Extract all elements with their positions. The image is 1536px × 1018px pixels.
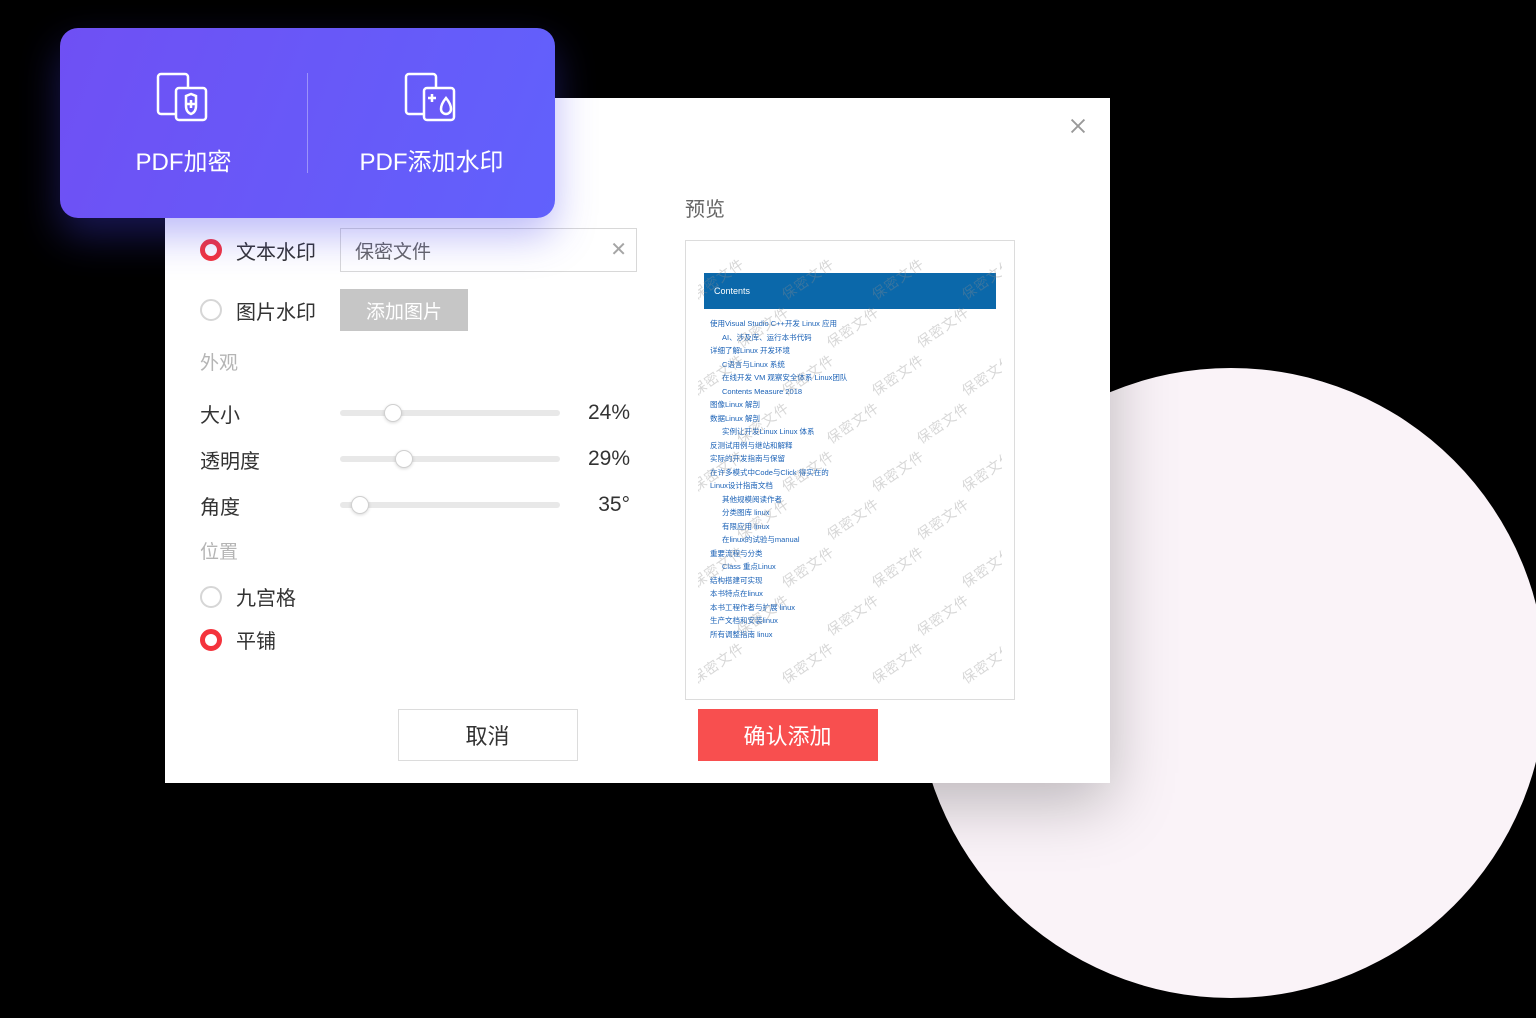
angle-value: 35° — [560, 493, 630, 517]
watermark-text: 保密文件 — [913, 253, 974, 256]
preview-doc-line: 在linux的试验与manual — [710, 533, 990, 547]
watermark-text: 保密文件 — [698, 638, 748, 687]
preview-doc-line: 实例让开发Linux Linux 体系 — [710, 425, 990, 439]
tile-position-radio[interactable] — [200, 629, 222, 651]
preview-document: Contents 使用Visual Studio C++开发 Linux 应用A… — [698, 253, 1002, 687]
preview-doc-line: 重要流程与分类 — [710, 547, 990, 561]
preview-doc-body: 使用Visual Studio C++开发 Linux 应用AI、涉及库、运行本… — [710, 317, 990, 641]
preview-doc-line: 在线开发 VM 观察安全体系 Linux团队 — [710, 371, 990, 385]
position-section-title: 位置 — [200, 537, 630, 564]
preview-doc-line: 有限应用 linux — [710, 520, 990, 534]
size-slider-row: 大小 24% — [200, 393, 630, 433]
angle-slider[interactable] — [340, 502, 560, 508]
watermark-icon — [400, 70, 464, 124]
encrypt-icon — [152, 70, 216, 124]
opacity-label: 透明度 — [200, 445, 340, 474]
watermark-text: 保密文件 — [823, 686, 884, 687]
size-slider[interactable] — [340, 410, 560, 416]
watermark-text: 保密文件 — [698, 398, 703, 449]
image-watermark-label: 图片水印 — [236, 296, 326, 325]
preview-frame: Contents 使用Visual Studio C++开发 Linux 应用A… — [685, 240, 1015, 700]
watermark-text: 保密文件 — [778, 638, 839, 687]
encrypt-label: PDF加密 — [136, 142, 232, 177]
preview-doc-line: 本书特点在linux — [710, 587, 990, 601]
grid-position-radio[interactable] — [200, 586, 222, 608]
clear-input-button[interactable]: ✕ — [610, 240, 627, 260]
preview-doc-line: 本书工程作者与扩展 linux — [710, 601, 990, 615]
angle-label: 角度 — [200, 491, 340, 520]
watermark-text: 保密文件 — [733, 253, 794, 256]
grid-position-row: 九宫格 — [200, 582, 630, 611]
watermark-text: 保密文件 — [698, 590, 703, 641]
opacity-slider-row: 透明度 29% — [200, 439, 630, 479]
preview-doc-line: C语言与Linux 系统 — [710, 358, 990, 372]
dialog-footer: 取消 确认添加 — [165, 709, 1110, 761]
watermark-text: 保密文件 — [698, 686, 703, 687]
watermark-text-input[interactable] — [340, 228, 637, 272]
preview-doc-line: Contents Measure 2018 — [710, 385, 990, 399]
watermark-option[interactable]: PDF添加水印 — [308, 70, 555, 177]
image-watermark-row: 图片水印 添加图片 — [200, 288, 630, 332]
watermark-text: 保密文件 — [698, 253, 703, 256]
cancel-button[interactable]: 取消 — [398, 709, 578, 761]
confirm-button[interactable]: 确认添加 — [698, 709, 878, 761]
preview-doc-line: 反测试用例与继站和解释 — [710, 439, 990, 453]
preview-doc-line: Class 重点Linux — [710, 560, 990, 574]
watermark-text: 保密文件 — [913, 686, 974, 687]
watermark-text: 保密文件 — [868, 638, 929, 687]
feature-card: PDF加密 PDF添加水印 — [60, 28, 555, 218]
preview-doc-line: Linux设计指南文档 — [710, 479, 990, 493]
preview-doc-line: 结构搭建可实现 — [710, 574, 990, 588]
preview-title: 预览 — [685, 193, 1080, 222]
close-button[interactable] — [1064, 112, 1092, 140]
preview-doc-line: AI、涉及库、运行本书代码 — [710, 331, 990, 345]
watermark-text: 保密文件 — [698, 494, 703, 545]
grid-position-label: 九宫格 — [236, 582, 326, 611]
watermark-label: PDF添加水印 — [360, 142, 504, 177]
watermark-text: 保密文件 — [733, 686, 794, 687]
preview-doc-line: 实际的开发指南与保留 — [710, 452, 990, 466]
preview-panel: 预览 Contents 使用Visual Studio C++开发 Linux … — [685, 193, 1080, 700]
preview-doc-line: 使用Visual Studio C++开发 Linux 应用 — [710, 317, 990, 331]
preview-doc-line: 所有调整指南 linux — [710, 628, 990, 642]
preview-doc-header: Contents — [704, 273, 996, 309]
add-image-button[interactable]: 添加图片 — [340, 289, 468, 331]
text-watermark-radio[interactable] — [200, 239, 222, 261]
preview-doc-line: 在许多模式中Code与Click 得实在的 — [710, 466, 990, 480]
preview-doc-line: 图像Linux 解剖 — [710, 398, 990, 412]
encrypt-option[interactable]: PDF加密 — [60, 70, 307, 177]
size-value: 24% — [560, 401, 630, 425]
watermark-text: 保密文件 — [823, 253, 884, 256]
preview-doc-line: 生产文档和安装linux — [710, 614, 990, 628]
size-label: 大小 — [200, 399, 340, 428]
preview-doc-line: 分类图库 linux — [710, 506, 990, 520]
opacity-value: 29% — [560, 447, 630, 471]
preview-doc-line: 详细了解Linux 开发环境 — [710, 344, 990, 358]
watermark-text: 保密文件 — [698, 302, 703, 353]
close-icon — [1067, 115, 1089, 137]
appearance-section-title: 外观 — [200, 348, 630, 375]
preview-doc-line: 数据Linux 解剖 — [710, 412, 990, 426]
watermark-text: 保密文件 — [958, 638, 1002, 687]
preview-doc-line: 其他规模阅读作者 — [710, 493, 990, 507]
image-watermark-radio[interactable] — [200, 299, 222, 321]
text-watermark-label: 文本水印 — [236, 236, 326, 265]
opacity-slider[interactable] — [340, 456, 560, 462]
tile-position-row: 平铺 — [200, 625, 630, 654]
tile-position-label: 平铺 — [236, 625, 326, 654]
text-watermark-row: 文本水印 ✕ — [200, 228, 630, 272]
angle-slider-row: 角度 35° — [200, 485, 630, 525]
